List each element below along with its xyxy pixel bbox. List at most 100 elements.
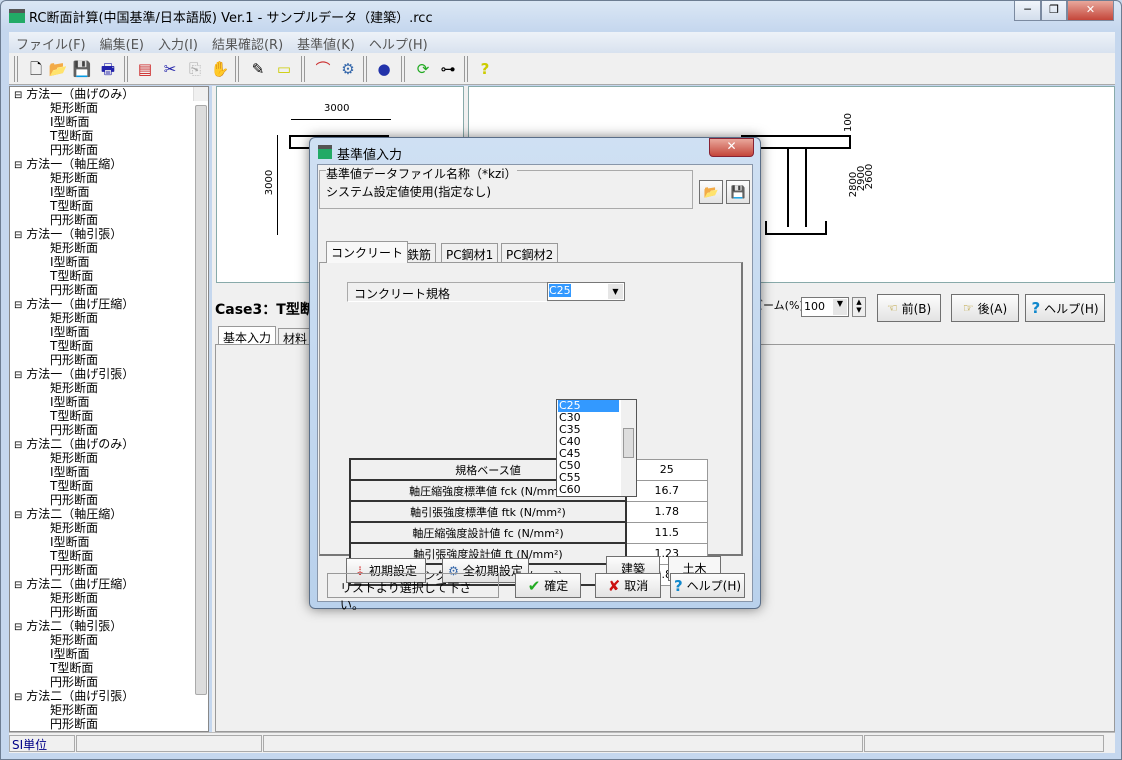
copy-icon[interactable]: ⎘ [184,58,206,80]
tree-item[interactable]: 円形断面 [10,675,208,689]
chevron-down-icon[interactable]: ▼ [833,299,847,315]
property-value[interactable]: 25 [625,458,708,481]
tree-item[interactable]: T型断面 [10,661,208,675]
tree-item[interactable]: 円形断面 [10,423,208,437]
menu-help[interactable]: ヘルプ(H) [362,32,435,55]
menu-input[interactable]: 入力(I) [151,32,205,55]
save-file-button[interactable]: 💾 [726,180,750,204]
tree-item[interactable]: I型断面 [10,465,208,479]
cancel-button[interactable]: ✘ 取消 [595,573,661,598]
tree-item[interactable]: 矩形断面 [10,591,208,605]
tree-group[interactable]: ⊟ 方法一（軸圧縮） [10,157,208,171]
tab-pc-steel-2[interactable]: PC鋼材2 [501,243,559,263]
tree-item[interactable]: I型断面 [10,255,208,269]
tree-group[interactable]: ⊟ 方法二（軸圧縮） [10,507,208,521]
collapse-icon[interactable]: ⊟ [14,300,22,311]
tree-group[interactable]: ⊟ 方法一（曲げのみ） [10,87,208,101]
maximize-button[interactable]: ❐ [1041,1,1067,21]
tree-item[interactable]: T型断面 [10,129,208,143]
tree-item[interactable]: 円形断面 [10,717,208,731]
collapse-icon[interactable]: ⊟ [14,230,22,241]
tree-group[interactable]: ⊟ 方法一（曲げ圧縮） [10,297,208,311]
close-button[interactable]: ✕ [1067,1,1114,21]
zoom-select[interactable]: 100 ▼ [801,297,849,317]
tree-item[interactable]: 矩形断面 [10,703,208,717]
collapse-icon[interactable]: ⊟ [14,510,22,521]
globe-icon[interactable]: ● [373,58,395,80]
tree-item[interactable]: I型断面 [10,647,208,661]
new-file-icon[interactable]: 🗋 [25,58,47,80]
tree-item[interactable]: I型断面 [10,325,208,339]
collapse-icon[interactable]: ⊟ [14,692,22,703]
tree-group[interactable]: ⊟ 方法一（軸引張） [10,227,208,241]
tab-basic-input[interactable]: 基本入力 [218,326,277,345]
clear-icon[interactable]: ✋ [209,58,231,80]
menu-file[interactable]: ファイル(F) [9,32,93,55]
import-icon[interactable]: ▤ [134,58,156,80]
next-button[interactable]: ☞ 後(A) [951,294,1019,322]
zoom-spinner[interactable]: ▲ ▼ [852,297,866,317]
tree-group[interactable]: ⊟ 方法二（軸引張） [10,619,208,633]
save-icon[interactable]: 💾 [71,58,93,80]
tree-item[interactable]: I型断面 [10,535,208,549]
open-folder-icon[interactable]: 📂 [47,58,69,80]
dropdown-scrollbar[interactable] [621,400,636,496]
menu-edit[interactable]: 編集(E) [93,32,151,55]
tree-scrollbar[interactable] [193,87,208,695]
export-icon[interactable]: ✎ [247,58,269,80]
print-icon[interactable]: 🖶 [97,58,119,80]
tree-item[interactable]: 円形断面 [10,563,208,577]
property-value[interactable]: 11.5 [625,521,708,544]
ok-button[interactable]: ✔ 確定 [515,573,581,598]
calc-icon[interactable]: ⚙ [337,58,359,80]
refresh-icon[interactable]: ⟳ [412,58,434,80]
tree-icon[interactable]: ⊶ [437,58,459,80]
tree-item[interactable]: 円形断面 [10,605,208,619]
graph-icon[interactable]: ⌒ [312,58,334,80]
tree-item[interactable]: 円形断面 [10,353,208,367]
tree-item[interactable]: 円形断面 [10,143,208,157]
dialog-help-button[interactable]: ? ヘルプ(H) [670,573,745,598]
tree-item[interactable]: 円形断面 [10,493,208,507]
print-preview-icon[interactable]: ▭ [273,58,295,80]
grade-dropdown-list[interactable]: C25 C30 C35 C40 C45 C50 C55 C60 [556,399,637,497]
property-value[interactable]: 16.7 [625,479,708,502]
chevron-down-icon[interactable]: ▼ [608,284,623,299]
tree-item[interactable]: 矩形断面 [10,381,208,395]
help-button[interactable]: ? ヘルプ(H) [1025,294,1105,322]
collapse-icon[interactable]: ⊟ [14,370,22,381]
tree-item[interactable]: 円形断面 [10,213,208,227]
menu-standards[interactable]: 基準値(K) [290,32,362,55]
tree-group[interactable]: ⊟ 方法二（曲げのみ） [10,437,208,451]
tree-item[interactable]: T型断面 [10,339,208,353]
open-file-button[interactable]: 📂 [699,180,723,204]
tab-material[interactable]: 材料 [278,328,313,346]
collapse-icon[interactable]: ⊟ [14,160,22,171]
tree-item[interactable]: 矩形断面 [10,451,208,465]
grade-select[interactable]: C25 ▼ [547,282,625,301]
grade-option[interactable]: C60 [558,484,619,496]
scroll-thumb[interactable] [623,428,634,458]
prev-button[interactable]: ☜ 前(B) [877,294,941,322]
tree-item[interactable]: 矩形断面 [10,241,208,255]
tree-group[interactable]: ⊟ 方法二（曲げ引張） [10,689,208,703]
tree-item[interactable]: 矩形断面 [10,521,208,535]
tab-concrete[interactable]: コンクリート [326,241,409,263]
tree-item[interactable]: T型断面 [10,269,208,283]
tree-item[interactable]: I型断面 [10,115,208,129]
tree-group[interactable]: ⊟ 方法一（曲げ引張） [10,367,208,381]
tree-item[interactable]: I型断面 [10,185,208,199]
help-icon[interactable]: ? [474,58,496,80]
tree-item[interactable]: T型断面 [10,549,208,563]
collapse-icon[interactable]: ⊟ [14,90,22,101]
property-value[interactable]: 1.78 [625,500,708,523]
tab-pc-steel-1[interactable]: PC鋼材1 [441,243,499,263]
minimize-button[interactable]: ─ [1014,1,1041,21]
tree-item[interactable]: I型断面 [10,395,208,409]
cut-icon[interactable]: ✂ [159,58,181,80]
tree-item[interactable]: 矩形断面 [10,101,208,115]
tree-item[interactable]: 矩形断面 [10,171,208,185]
tree-item[interactable]: 矩形断面 [10,633,208,647]
dialog-close-button[interactable]: ✕ [709,138,754,157]
collapse-icon[interactable]: ⊟ [14,440,22,451]
